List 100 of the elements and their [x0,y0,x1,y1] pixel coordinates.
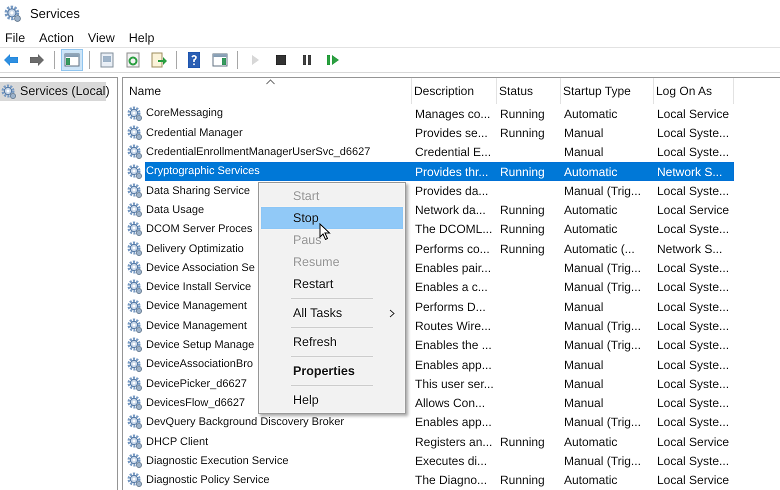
table-cell-text: Network S... [657,164,722,181]
gear-icon [127,414,143,430]
services-app-icon [4,5,22,24]
table-cell-text: Manual (Trig... [564,260,641,278]
menu-item[interactable]: Help [261,389,403,412]
mouse-pointer-icon [319,223,331,242]
gear-icon [127,260,143,276]
gear-icon [127,144,143,160]
table-cell-text: Local Syste... [657,356,730,374]
table-cell-text: Automatic (... [564,240,635,258]
table-cell-text: Manual (Trig... [564,453,641,470]
table-cell[interactable]: CredentialEnrollmentManagerUserSvc_d6627 [145,142,412,162]
table-cell-text: Running [500,472,545,490]
column-header[interactable]: Startup Type [561,78,654,104]
table-cell-text: Provides se... [415,125,488,142]
table-cell-text: Local Syste... [657,125,730,142]
menu-item[interactable]: File [0,28,30,48]
table-cell-text: Manual [564,298,604,316]
table-cell-text: Running [500,164,545,181]
table-cell-text: Local Service [657,202,730,220]
table-cell-text: Provides da... [415,182,488,200]
gear-icon [127,434,143,450]
table-cell-text: Local Syste... [657,376,730,393]
table-cell-text: Local Syste... [657,318,730,335]
table-cell[interactable]: Credential Manager [145,123,412,143]
table-cell-text: Manual [564,395,604,412]
gear-icon [127,337,143,354]
table-cell-text: Running [500,106,545,123]
column-header[interactable]: Name [127,78,412,104]
gear-icon [127,182,143,199]
table-cell-text: Local Syste... [657,260,730,278]
gear-icon [127,356,143,373]
table-cell-text: Manual [564,125,604,142]
table-cell-text: Automatic [564,202,618,220]
table-cell-text: Running [500,221,545,238]
table-cell-text: Network da... [415,202,486,220]
table-cell-text: Enables app... [415,356,492,374]
menu-item[interactable]: Stop [261,207,403,230]
table-cell-text: Enables a c... [415,279,488,296]
gear-icon [127,164,143,180]
menu-item[interactable]: Properties [261,360,403,382]
table-cell-text: Enables the ... [415,337,492,354]
table-cell-text: The Diagno... [415,472,488,490]
table-cell-text: Local Service [657,434,730,451]
table-cell-text: Registers an... [415,434,492,451]
table-cell-text: Network S... [657,240,722,258]
table-cell-text: Local Syste... [657,337,730,354]
menu-item[interactable]: Restart [261,273,403,296]
table-cell-text: Performs D... [415,298,486,316]
gear-icon [127,221,143,238]
table-cell[interactable]: Diagnostic Policy Service [145,470,412,490]
gear-icon [127,240,143,257]
table-cell-text: Automatic [564,472,618,490]
table-cell-text: Local Service [657,106,730,123]
table-cell-text: Provides thr... [415,164,488,181]
table-cell-text: Manual (Trig... [564,182,641,200]
table-cell-text: Running [500,202,545,220]
table-cell-text: Automatic [564,106,618,123]
gear-icon [127,453,143,470]
window-title: Services [30,5,80,24]
table-cell-text: Running [500,434,545,451]
menu-item[interactable]: Action [34,28,79,48]
menu-item[interactable]: Help [124,28,160,48]
table-cell-text: Manual (Trig... [564,337,641,354]
column-header[interactable]: Log On As [654,78,734,104]
menu-item[interactable]: Refresh [261,331,403,354]
table-cell-text: Manages co... [415,106,490,123]
table-cell-text: Performs co... [415,240,490,258]
table-cell-text: Manual [564,356,604,374]
table-cell-text: Local Syste... [657,414,730,432]
gear-icon [127,279,143,296]
table-cell-text: Enables pair... [415,260,492,278]
table-cell-text: Manual (Trig... [564,279,641,296]
gear-icon [127,376,143,392]
table-cell[interactable]: DHCP Client [145,432,412,452]
table-cell-text: Local Syste... [657,395,730,412]
table-cell-text: Running [500,125,545,142]
table-cell-text: Allows Con... [415,395,486,412]
menu-item[interactable]: All Tasks [261,302,403,324]
gear-icon [127,202,143,218]
menu-item[interactable]: View [82,28,120,48]
column-header[interactable]: Status [497,78,561,104]
table-cell-text: Routes Wire... [415,318,492,335]
table-cell-text: Local Syste... [657,279,730,296]
table-cell[interactable]: CoreMessaging [145,104,412,124]
gear-icon [127,395,143,412]
table-cell[interactable]: Diagnostic Execution Service [145,451,412,471]
table-cell-text: Automatic [564,164,618,181]
table-cell[interactable]: DevQuery Background Discovery Broker [145,412,412,432]
table-cell-text: Automatic [564,434,618,451]
table-cell-text: Manual (Trig... [564,318,641,335]
gear-icon [127,125,143,141]
table-cell-text: Local Syste... [657,182,730,200]
column-header[interactable]: Description [412,78,497,104]
table-cell-text: The DCOML... [415,221,492,238]
table-cell[interactable]: Cryptographic Services [145,162,412,182]
table-cell-text: Executes di... [415,453,488,470]
gear-icon [127,106,143,122]
table-cell-text: This user ser... [415,376,494,393]
table-cell-text: Manual [564,376,604,393]
